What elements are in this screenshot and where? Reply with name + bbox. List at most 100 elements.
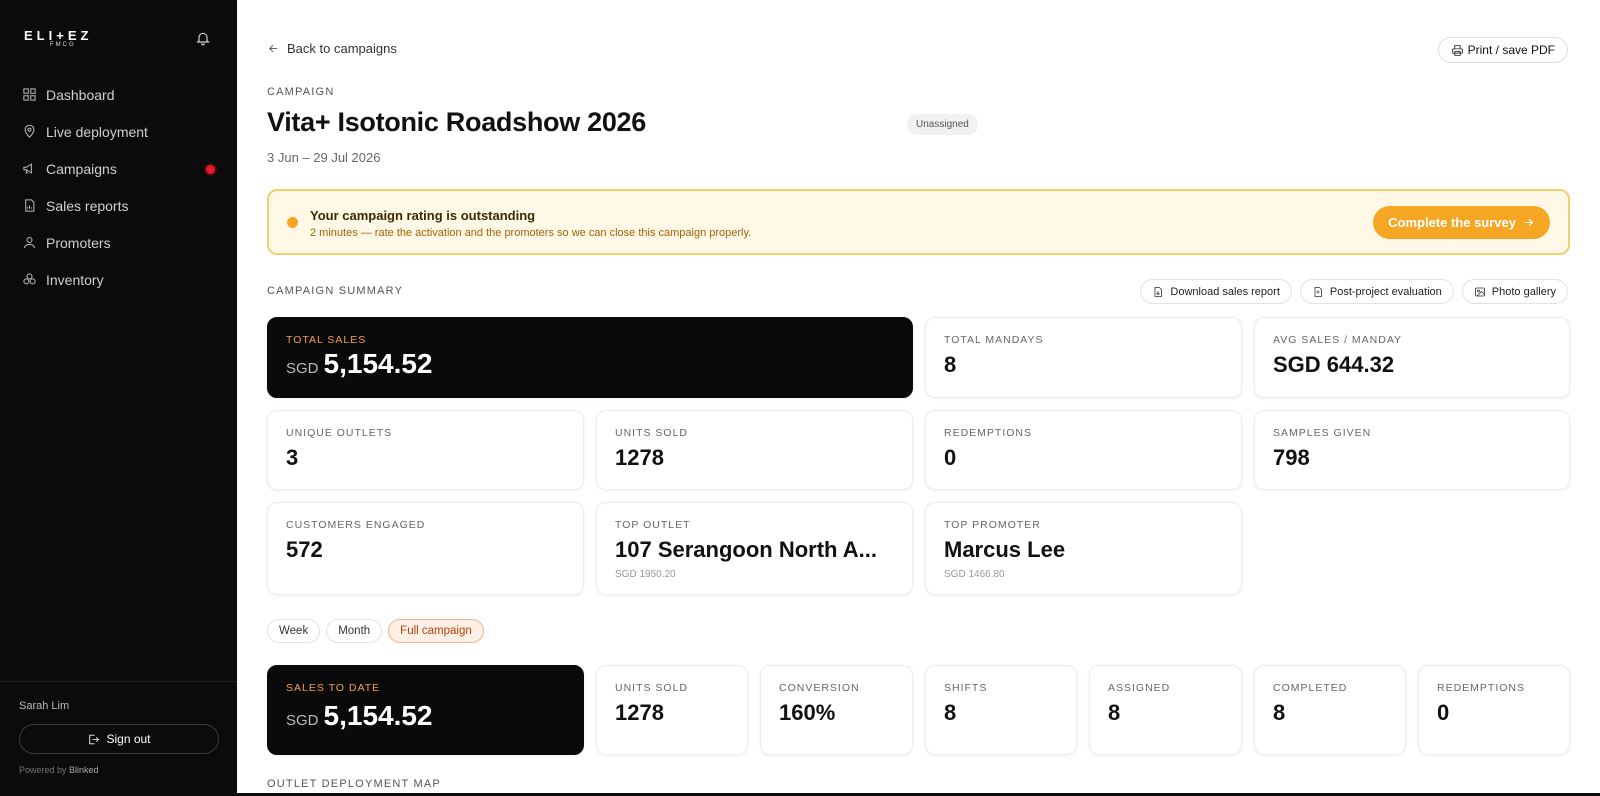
outlet-map-heading: OUTLET DEPLOYMENT MAP bbox=[267, 778, 441, 790]
card-label: TOTAL MANDAYS bbox=[944, 334, 1044, 346]
back-to-campaigns-link[interactable]: Back to campaigns bbox=[267, 41, 397, 56]
units-sold-card: UNITS SOLD 1278 bbox=[596, 410, 913, 490]
summary-actions: Download sales report Post-project evalu… bbox=[1140, 279, 1568, 304]
card-value: 0 bbox=[1437, 700, 1450, 725]
sidebar-item-inventory[interactable]: Inventory bbox=[0, 261, 237, 298]
card-label: UNITS SOLD bbox=[615, 427, 689, 439]
sidebar: ELI+EZ FMCG Dashboard Live deployment Ca… bbox=[0, 0, 237, 796]
period-full-campaign-option[interactable]: Full campaign bbox=[388, 619, 484, 643]
top-outlet-card[interactable]: TOP OUTLET 107 Serangoon North A... SGD … bbox=[596, 502, 913, 595]
user-name: Sarah Lim bbox=[19, 700, 70, 712]
sign-out-label: Sign out bbox=[106, 732, 151, 746]
sidebar-item-campaigns[interactable]: Campaigns bbox=[0, 150, 237, 187]
card-value: SGD 644.32 bbox=[1273, 352, 1395, 377]
banner-title: Your campaign rating is outstanding bbox=[310, 208, 536, 223]
sales-to-date-card: SALES TO DATE SGD 5,154.52 bbox=[267, 665, 584, 755]
sidebar-footer: Sarah Lim Sign out Powered by Blinked bbox=[0, 681, 237, 775]
card-value: 1278 bbox=[615, 700, 664, 725]
card-subvalue: SGD 1950.20 bbox=[615, 569, 676, 580]
banner-subtitle: 2 minutes — rate the activation and the … bbox=[310, 227, 752, 239]
sidebar-item-dashboard[interactable]: Dashboard bbox=[0, 76, 237, 113]
card-label: REDEMPTIONS bbox=[944, 427, 1033, 439]
card-value: 8 bbox=[944, 700, 957, 725]
currency-label: SGD bbox=[286, 360, 319, 377]
sign-out-icon bbox=[89, 734, 100, 744]
sidebar-item-label: Sales reports bbox=[46, 197, 129, 214]
currency-label: SGD bbox=[286, 712, 319, 729]
powered-brand[interactable]: Blinked bbox=[69, 765, 99, 775]
user-icon bbox=[24, 237, 35, 249]
brand-logo[interactable]: ELI+EZ FMCG bbox=[24, 28, 92, 48]
sign-out-button[interactable]: Sign out bbox=[19, 724, 219, 754]
card-label: TOTAL SALES bbox=[286, 334, 367, 346]
image-icon bbox=[1474, 287, 1485, 296]
download-sales-report-button[interactable]: Download sales report bbox=[1140, 279, 1292, 304]
card-value: 107 Serangoon North A... bbox=[615, 537, 878, 562]
sidebar-item-promoters[interactable]: Promoters bbox=[0, 224, 237, 261]
card-label: CUSTOMERS ENGAGED bbox=[286, 519, 426, 531]
action-label: Post-project evaluation bbox=[1329, 285, 1442, 298]
period-month-option[interactable]: Month bbox=[326, 619, 383, 643]
total-mandays-card: TOTAL MANDAYS 8 bbox=[925, 317, 1242, 398]
campaign-dates: 3 Jun – 29 Jul 2026 bbox=[267, 150, 381, 165]
complete-survey-button[interactable]: Complete the survey bbox=[1373, 206, 1550, 239]
back-label: Back to campaigns bbox=[287, 41, 397, 56]
print-pdf-button[interactable]: Print / save PDF bbox=[1437, 37, 1568, 63]
card-label: COMPLETED bbox=[1273, 682, 1348, 694]
card-label: TOP OUTLET bbox=[615, 519, 691, 531]
sidebar-item-sales-reports[interactable]: Sales reports bbox=[0, 187, 237, 224]
shifts-card: SHIFTS 8 bbox=[925, 665, 1077, 755]
campaign-eyebrow: CAMPAIGN bbox=[267, 86, 335, 98]
period-week-option[interactable]: Week bbox=[267, 619, 321, 643]
customers-engaged-card: CUSTOMERS ENGAGED 572 bbox=[267, 502, 584, 595]
conversion-card: CONVERSION 160% bbox=[760, 665, 913, 755]
card-label: SALES TO DATE bbox=[286, 682, 381, 694]
survey-banner: Your campaign rating is outstanding 2 mi… bbox=[267, 189, 1570, 255]
alert-dot bbox=[206, 165, 215, 174]
card-label: SHIFTS bbox=[944, 682, 988, 694]
card-value: 1278 bbox=[615, 445, 664, 470]
logo-wordmark: ELI+EZ bbox=[24, 28, 93, 43]
file-download-icon bbox=[1155, 286, 1163, 297]
printer-icon bbox=[1451, 44, 1463, 56]
photo-gallery-button[interactable]: Photo gallery bbox=[1461, 279, 1568, 304]
sidebar-nav: Dashboard Live deployment Campaigns Sale… bbox=[0, 76, 237, 298]
card-label: UNIQUE OUTLETS bbox=[286, 427, 393, 439]
card-value: Marcus Lee bbox=[944, 537, 1066, 562]
total-sales-value: 5,154.52 bbox=[323, 348, 433, 379]
unique-outlets-card: UNIQUE OUTLETS 3 bbox=[267, 410, 584, 490]
main-content: Back to campaigns Print / save PDF CAMPA… bbox=[237, 0, 1600, 793]
sidebar-item-label: Live deployment bbox=[46, 123, 148, 140]
card-value: 8 bbox=[944, 352, 957, 377]
boxes-icon bbox=[23, 273, 36, 285]
sidebar-item-label: Inventory bbox=[46, 271, 104, 288]
file-report-icon bbox=[25, 199, 35, 212]
completed-card: COMPLETED 8 bbox=[1254, 665, 1406, 755]
period-units-sold-card: UNITS SOLD 1278 bbox=[596, 665, 748, 755]
redemptions-card: REDEMPTIONS 0 bbox=[925, 410, 1242, 490]
summary-heading: CAMPAIGN SUMMARY bbox=[267, 285, 404, 297]
action-label: Photo gallery bbox=[1491, 285, 1556, 298]
megaphone-icon bbox=[23, 163, 32, 174]
card-value: 0 bbox=[944, 445, 957, 470]
card-value: 3 bbox=[286, 445, 299, 470]
powered-prefix: Powered by bbox=[19, 765, 67, 775]
card-label: CONVERSION bbox=[779, 682, 860, 694]
total-sales-card: TOTAL SALES SGD 5,154.52 bbox=[267, 317, 913, 398]
bell-icon[interactable] bbox=[195, 30, 211, 46]
card-label: AVG SALES / MANDAY bbox=[1273, 334, 1403, 346]
sidebar-item-label: Campaigns bbox=[46, 160, 117, 177]
survey-button-label: Complete the survey bbox=[1388, 215, 1516, 230]
status-badge: Unassigned bbox=[907, 114, 978, 135]
post-project-evaluation-button[interactable]: Post-project evaluation bbox=[1299, 279, 1454, 304]
samples-given-card: SAMPLES GIVEN 798 bbox=[1254, 410, 1570, 490]
status-dot-icon bbox=[287, 217, 298, 228]
top-promoter-card[interactable]: TOP PROMOTER Marcus Lee SGD 1466.80 bbox=[925, 502, 1242, 595]
card-value: SGD 5,154.52 bbox=[286, 700, 433, 732]
arrow-right-icon bbox=[1524, 218, 1534, 227]
file-chart-icon bbox=[1314, 286, 1322, 297]
assigned-card: ASSIGNED 8 bbox=[1089, 665, 1242, 755]
avg-sales-card: AVG SALES / MANDAY SGD 644.32 bbox=[1254, 317, 1570, 398]
card-value: 572 bbox=[286, 537, 323, 562]
sidebar-item-live-deployment[interactable]: Live deployment bbox=[0, 113, 237, 150]
